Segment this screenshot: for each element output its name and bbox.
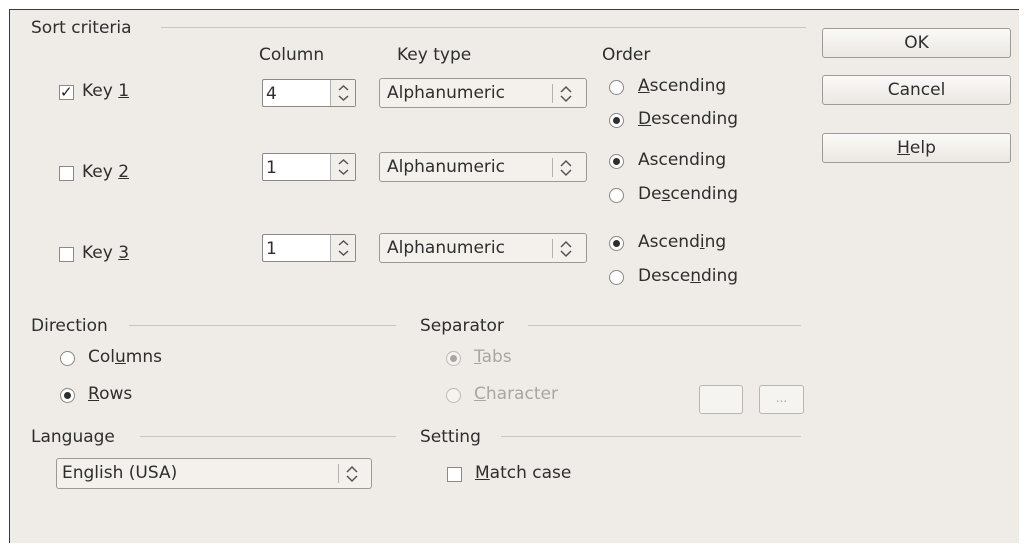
key3-column-value: 1 bbox=[266, 239, 277, 259]
key2-column-spinner[interactable]: 1 bbox=[262, 153, 356, 181]
setting-title: Setting bbox=[420, 427, 481, 447]
key1-ascending-label: Ascending bbox=[638, 76, 727, 96]
setting-divider bbox=[501, 436, 801, 437]
key3-ascending-radio[interactable] bbox=[609, 236, 624, 251]
key2-ascending-radio[interactable] bbox=[609, 154, 624, 169]
key3-column-spinner[interactable]: 1 bbox=[262, 234, 356, 262]
radio-selected-dot bbox=[613, 117, 620, 124]
key2-column-spin-buttons[interactable] bbox=[330, 154, 355, 180]
key2-ascending-label: Ascending bbox=[638, 150, 727, 170]
up-down-arrows-icon bbox=[338, 158, 349, 176]
ok-button[interactable]: OK bbox=[822, 28, 1011, 58]
separator-title: Separator bbox=[420, 316, 504, 336]
up-down-arrows-icon bbox=[338, 239, 349, 257]
key2-label: Key 2 bbox=[82, 162, 130, 182]
key1-column-spin-buttons[interactable] bbox=[330, 80, 355, 106]
up-down-arrows-icon bbox=[560, 85, 572, 103]
sort-criteria-divider bbox=[161, 27, 806, 28]
key1-label: Key 1 bbox=[82, 81, 130, 101]
radio-selected-dot bbox=[450, 355, 457, 362]
key2-descending-label: Descending bbox=[638, 184, 739, 204]
direction-title: Direction bbox=[31, 316, 108, 336]
separator-character-picker-button[interactable]: ... bbox=[759, 385, 804, 414]
match-case-label: Match case bbox=[475, 463, 572, 483]
combo-divider bbox=[338, 464, 339, 483]
key1-checkbox[interactable]: ✓ bbox=[59, 83, 74, 101]
key2-descending-radio[interactable] bbox=[609, 188, 624, 203]
direction-rows-radio[interactable] bbox=[60, 388, 75, 403]
separator-divider bbox=[528, 325, 801, 326]
direction-columns-label: Columns bbox=[88, 347, 162, 367]
key-type-header: Key type bbox=[397, 45, 472, 65]
key1-descending-label: Descending bbox=[638, 109, 739, 129]
check-icon: ✓ bbox=[60, 83, 73, 101]
combo-divider bbox=[552, 84, 553, 103]
direction-rows-label: Rows bbox=[88, 384, 133, 404]
help-button[interactable]: Help bbox=[822, 133, 1011, 163]
key3-column-spin-buttons[interactable] bbox=[330, 235, 355, 261]
language-value: English (USA) bbox=[62, 463, 178, 483]
key3-descending-label: Descending bbox=[638, 266, 739, 286]
key1-type-value: Alphanumeric bbox=[387, 83, 505, 103]
language-divider bbox=[140, 436, 396, 437]
separator-tabs-radio[interactable] bbox=[446, 351, 461, 366]
direction-divider bbox=[129, 325, 396, 326]
cancel-button[interactable]: Cancel bbox=[822, 75, 1011, 105]
column-header: Column bbox=[259, 45, 325, 65]
language-title: Language bbox=[31, 427, 115, 447]
combo-divider bbox=[552, 239, 553, 258]
key2-type-combo[interactable]: Alphanumeric bbox=[379, 152, 587, 182]
up-down-arrows-icon bbox=[560, 159, 572, 177]
up-down-arrows-icon bbox=[346, 465, 358, 483]
order-header: Order bbox=[602, 45, 651, 65]
key3-descending-radio[interactable] bbox=[609, 270, 624, 285]
key3-ascending-label: Ascending bbox=[638, 232, 727, 252]
separator-character-radio[interactable] bbox=[446, 388, 461, 403]
up-down-arrows-icon bbox=[560, 240, 572, 258]
direction-columns-radio[interactable] bbox=[60, 351, 75, 366]
radio-selected-dot bbox=[64, 392, 71, 399]
key2-column-value: 1 bbox=[266, 158, 277, 178]
key2-type-value: Alphanumeric bbox=[387, 157, 505, 177]
up-down-arrows-icon bbox=[338, 84, 349, 102]
separator-character-input[interactable] bbox=[699, 385, 743, 414]
key1-type-combo[interactable]: Alphanumeric bbox=[379, 78, 587, 108]
key1-ascending-radio[interactable] bbox=[609, 80, 624, 95]
combo-divider bbox=[552, 158, 553, 177]
key1-column-value: 4 bbox=[266, 84, 277, 104]
sort-criteria-title: Sort criteria bbox=[31, 18, 132, 38]
key3-label: Key 3 bbox=[82, 243, 130, 263]
language-combo[interactable]: English (USA) bbox=[56, 458, 372, 489]
radio-selected-dot bbox=[613, 240, 620, 247]
key3-type-combo[interactable]: Alphanumeric bbox=[379, 233, 587, 263]
separator-character-label: Character bbox=[474, 384, 558, 404]
sort-dialog: Sort criteria Column Key type Order ✓ Ke… bbox=[9, 9, 1019, 543]
match-case-checkbox[interactable] bbox=[447, 467, 462, 482]
key1-descending-radio[interactable] bbox=[609, 113, 624, 128]
separator-tabs-label: Tabs bbox=[474, 347, 512, 367]
key1-column-spinner[interactable]: 4 bbox=[262, 79, 356, 107]
key2-checkbox[interactable] bbox=[59, 166, 74, 181]
key3-type-value: Alphanumeric bbox=[387, 238, 505, 258]
key3-checkbox[interactable] bbox=[59, 247, 74, 262]
radio-selected-dot bbox=[613, 158, 620, 165]
